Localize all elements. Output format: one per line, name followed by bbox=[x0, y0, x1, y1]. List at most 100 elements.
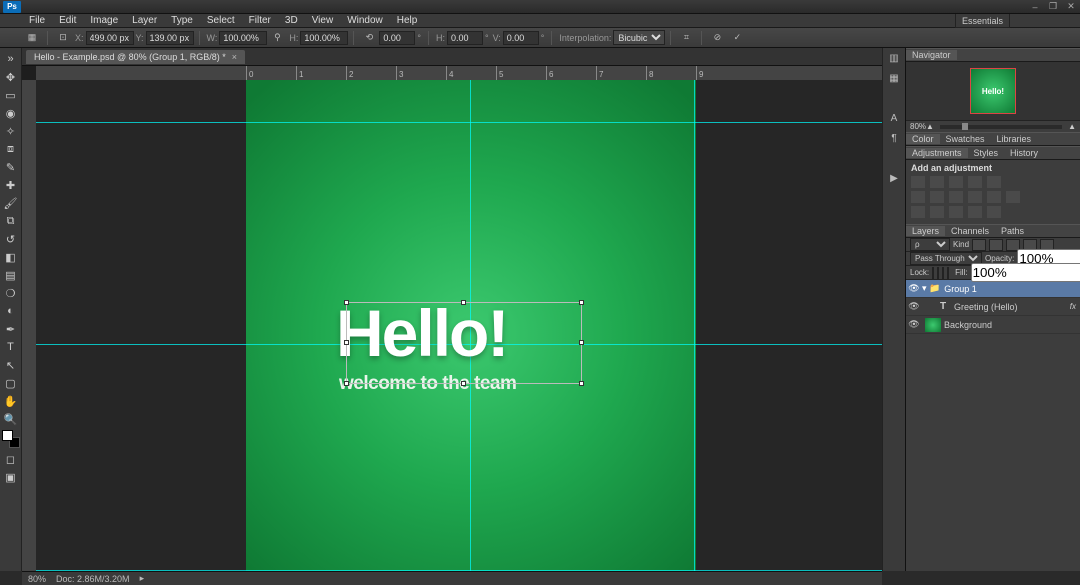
menu-layer[interactable]: Layer bbox=[125, 15, 164, 26]
adj-bw-icon[interactable] bbox=[949, 191, 963, 203]
ruler-vertical[interactable] bbox=[22, 80, 36, 571]
layer-row-text[interactable]: 👁 T Greeting (Hello) fx bbox=[906, 298, 1080, 316]
zoom-out-icon[interactable]: ▲ bbox=[926, 122, 934, 131]
status-zoom[interactable]: 80% bbox=[28, 574, 46, 584]
tab-color[interactable]: Color bbox=[906, 134, 940, 144]
path-tool[interactable]: ↖ bbox=[1, 356, 21, 374]
tab-layers[interactable]: Layers bbox=[906, 226, 945, 236]
menu-3d[interactable]: 3D bbox=[278, 15, 305, 26]
layer-name[interactable]: Group 1 bbox=[940, 284, 1080, 294]
interp-select[interactable]: Bicubic bbox=[613, 30, 665, 45]
crop-tool[interactable]: ⧈ bbox=[1, 140, 21, 158]
document-tab[interactable]: Hello - Example.psd @ 80% (Group 1, RGB/… bbox=[26, 50, 245, 64]
status-flyout-icon[interactable]: ▸ bbox=[140, 573, 145, 584]
zoom-in-icon[interactable]: ▲ bbox=[1068, 122, 1076, 131]
char-panel-icon[interactable]: A bbox=[883, 108, 905, 128]
lock-pixels-icon[interactable] bbox=[937, 267, 939, 279]
menu-filter[interactable]: Filter bbox=[242, 15, 278, 26]
vshear-input[interactable] bbox=[503, 31, 539, 45]
tab-navigator[interactable]: Navigator bbox=[906, 50, 957, 60]
eyedropper-tool[interactable]: ✎ bbox=[1, 158, 21, 176]
menu-view[interactable]: View bbox=[305, 15, 341, 26]
type-tool[interactable]: T bbox=[1, 338, 21, 356]
move-tool[interactable]: ✥ bbox=[1, 68, 21, 86]
dodge-tool[interactable]: ◐ bbox=[1, 302, 21, 320]
close-button[interactable]: ✕ bbox=[1062, 1, 1080, 13]
zoom-tool[interactable]: 🔍 bbox=[1, 410, 21, 428]
fill-input[interactable] bbox=[971, 263, 1080, 282]
menu-image[interactable]: Image bbox=[83, 15, 125, 26]
tab-libraries[interactable]: Libraries bbox=[991, 134, 1038, 144]
layer-row-background[interactable]: 👁 Background bbox=[906, 316, 1080, 334]
paragraph-panel-icon[interactable]: ¶ bbox=[883, 128, 905, 148]
gradient-tool[interactable]: ▤ bbox=[1, 266, 21, 284]
adj-poster-icon[interactable] bbox=[930, 206, 944, 218]
adj-threshold-icon[interactable] bbox=[949, 206, 963, 218]
minimize-button[interactable]: – bbox=[1026, 1, 1044, 13]
lasso-tool[interactable]: ◉ bbox=[1, 104, 21, 122]
canvas-viewport[interactable]: Hello! welcome to the team bbox=[36, 80, 882, 571]
guide-horizontal[interactable] bbox=[36, 122, 882, 123]
navigator-preview[interactable]: Hello! bbox=[906, 62, 1080, 120]
tab-channels[interactable]: Channels bbox=[945, 226, 995, 236]
tab-styles[interactable]: Styles bbox=[968, 148, 1005, 158]
cancel-transform-icon[interactable]: ⊘ bbox=[710, 31, 724, 45]
adj-brightness-icon[interactable] bbox=[911, 176, 925, 188]
marquee-tool[interactable]: ▭ bbox=[1, 86, 21, 104]
quickmask-tool[interactable]: ◻ bbox=[1, 450, 21, 468]
lock-pos-icon[interactable] bbox=[942, 267, 944, 279]
close-tab-icon[interactable]: × bbox=[232, 52, 237, 62]
guide-vertical[interactable] bbox=[694, 80, 695, 571]
x-input[interactable] bbox=[86, 31, 134, 45]
warp-icon[interactable]: ⌗ bbox=[679, 31, 693, 45]
nav-zoom-slider[interactable] bbox=[940, 125, 1062, 129]
pen-tool[interactable]: ✒ bbox=[1, 320, 21, 338]
lock-all-icon[interactable] bbox=[947, 267, 949, 279]
tab-swatches[interactable]: Swatches bbox=[940, 134, 991, 144]
stamp-tool[interactable]: ⧉ bbox=[1, 212, 21, 230]
menu-edit[interactable]: Edit bbox=[52, 15, 83, 26]
histogram-icon[interactable]: ▥ bbox=[883, 48, 905, 68]
adj-lut-icon[interactable] bbox=[1006, 191, 1020, 203]
transform-box[interactable] bbox=[346, 302, 582, 384]
adj-selective-icon[interactable] bbox=[987, 206, 1001, 218]
tab-paths[interactable]: Paths bbox=[995, 226, 1030, 236]
menu-window[interactable]: Window bbox=[340, 15, 390, 26]
hshear-input[interactable] bbox=[447, 31, 483, 45]
menu-help[interactable]: Help bbox=[390, 15, 425, 26]
adj-curves-icon[interactable] bbox=[949, 176, 963, 188]
color-swatches[interactable] bbox=[2, 430, 20, 448]
visibility-icon[interactable]: 👁 bbox=[906, 319, 922, 330]
screenmode-tool[interactable]: ▣ bbox=[1, 468, 21, 486]
visibility-icon[interactable]: 👁 bbox=[906, 283, 922, 294]
reference-point-icon[interactable]: ⊡ bbox=[56, 31, 70, 45]
blur-tool[interactable]: ❍ bbox=[1, 284, 21, 302]
ruler-horizontal[interactable]: 0 1 2 3 4 5 6 7 8 9 bbox=[36, 66, 882, 80]
link-icon[interactable]: ⚲ bbox=[270, 31, 284, 45]
fx-badge[interactable]: fx bbox=[1070, 302, 1076, 311]
adj-mixer-icon[interactable] bbox=[987, 191, 1001, 203]
layer-name[interactable]: Greeting (Hello) bbox=[954, 302, 1070, 312]
lock-trans-icon[interactable] bbox=[932, 267, 934, 279]
adj-exposure-icon[interactable] bbox=[968, 176, 982, 188]
adj-balance-icon[interactable] bbox=[930, 191, 944, 203]
history-brush-tool[interactable]: ↺ bbox=[1, 230, 21, 248]
wand-tool[interactable]: ✧ bbox=[1, 122, 21, 140]
filter-adjust-icon[interactable] bbox=[989, 239, 1003, 251]
shape-tool[interactable]: ▢ bbox=[1, 374, 21, 392]
layer-filter-select[interactable]: ρ bbox=[910, 238, 950, 251]
adj-levels-icon[interactable] bbox=[930, 176, 944, 188]
brush-tool[interactable]: 🖌 bbox=[1, 194, 21, 212]
swatch-icon[interactable]: ▦ bbox=[883, 68, 905, 88]
menu-file[interactable]: File bbox=[22, 15, 52, 26]
layer-name[interactable]: Background bbox=[944, 320, 1080, 330]
visibility-icon[interactable]: 👁 bbox=[906, 301, 922, 312]
eraser-tool[interactable]: ◧ bbox=[1, 248, 21, 266]
status-doc[interactable]: Doc: 2.86M/3.20M bbox=[56, 574, 130, 584]
adj-hue-icon[interactable] bbox=[911, 191, 925, 203]
heal-tool[interactable]: ✚ bbox=[1, 176, 21, 194]
expand-toolbox-icon[interactable]: » bbox=[1, 50, 21, 68]
adj-photo-icon[interactable] bbox=[968, 191, 982, 203]
adj-invert-icon[interactable] bbox=[911, 206, 925, 218]
actions-icon[interactable]: ▶ bbox=[883, 168, 905, 188]
